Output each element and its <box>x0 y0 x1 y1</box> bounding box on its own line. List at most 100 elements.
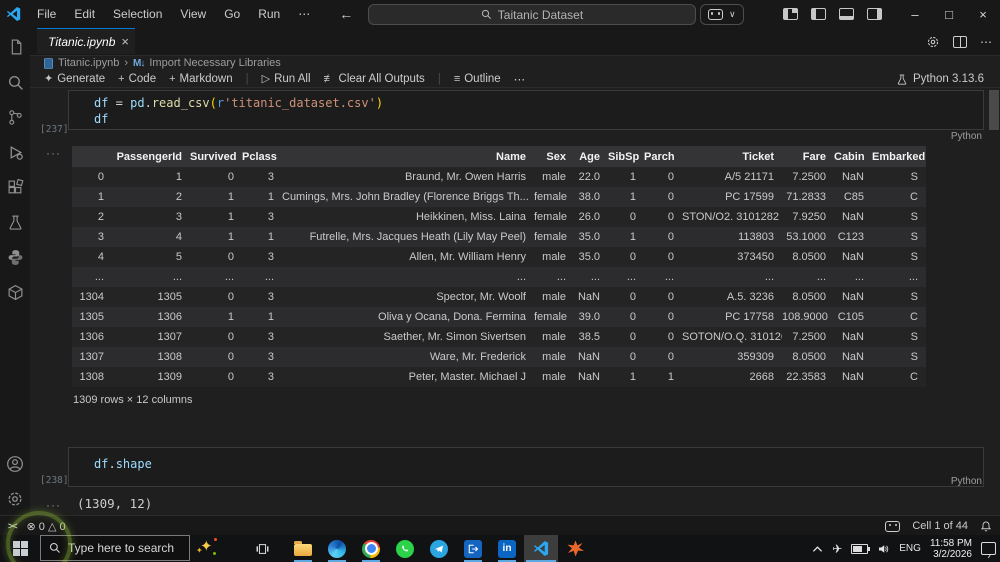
table-cell: 3 <box>242 347 282 367</box>
start-button[interactable] <box>0 535 40 562</box>
code-cell-1-code[interactable]: df = pd.read_csv(r'titanic_dataset.csv')… <box>69 91 983 127</box>
problems-indicator[interactable]: ⊗ 0 △ 0 <box>27 520 66 533</box>
menu-edit[interactable]: Edit <box>65 0 104 28</box>
maximize-button[interactable]: □ <box>932 0 966 28</box>
close-button[interactable]: × <box>966 0 1000 28</box>
tab-titanic-ipynb[interactable]: Titanic.ipynb × <box>37 28 135 54</box>
toggle-panel-icon[interactable] <box>839 8 854 20</box>
breadcrumb-file[interactable]: Titanic.ipynb <box>58 57 119 69</box>
notebook-settings-gear-icon[interactable] <box>926 35 940 49</box>
table-cell: 0 <box>190 327 242 347</box>
table-cell: 26.0 <box>574 207 608 227</box>
copilot-status-icon[interactable] <box>885 520 901 532</box>
taskbar-search-input[interactable]: Type here to search <box>40 535 190 561</box>
table-cell: Heikkinen, Miss. Laina <box>282 207 534 227</box>
battery-icon[interactable] <box>851 543 871 554</box>
menu-go[interactable]: Go <box>215 0 249 28</box>
taskbar-app-file-explorer[interactable] <box>286 535 320 562</box>
python-extension-icon[interactable] <box>0 242 30 272</box>
run-debug-icon[interactable] <box>0 137 30 167</box>
tab-close-icon[interactable]: × <box>121 34 129 49</box>
table-row: 3 4 1 1 Futrelle, Mrs. Jacques Heath (Lily M… <box>72 227 926 247</box>
output-2-gutter-icon[interactable]: ··· <box>46 498 61 512</box>
command-center-search[interactable]: Taitanic Dataset <box>368 4 696 25</box>
table-cell: NaN <box>574 287 608 307</box>
extensions-icon[interactable] <box>0 172 30 202</box>
settings-gear-icon[interactable] <box>0 484 30 514</box>
toolbar-more-icon[interactable]: ⋯ <box>514 72 526 86</box>
editor-scrollbar[interactable] <box>989 90 999 130</box>
toggle-secondary-sidebar-icon[interactable] <box>867 8 882 20</box>
table-cell: ... <box>282 267 534 287</box>
taskbar-app-edge[interactable] <box>320 535 354 562</box>
taskbar-app-linkedin[interactable]: in <box>490 535 524 562</box>
table-cell: female <box>534 307 574 327</box>
breadcrumb-section[interactable]: Import Necessary Libraries <box>149 57 280 69</box>
menu-run[interactable]: Run <box>249 0 289 28</box>
code-cell-1[interactable]: df = pd.read_csv(r'titanic_dataset.csv')… <box>68 90 984 130</box>
keyboard-language[interactable]: ENG <box>899 543 921 554</box>
table-row: 0 1 0 3 Braund, Mr. Owen Harris male 22.0 1 0 A/5… <box>72 167 926 187</box>
column-header: Fare <box>782 146 834 167</box>
table-cell: NaN <box>574 347 608 367</box>
volume-icon[interactable] <box>877 543 890 555</box>
menu-view[interactable]: View <box>171 0 215 28</box>
split-editor-icon[interactable] <box>953 35 967 48</box>
source-control-icon[interactable] <box>0 102 30 132</box>
menu-file[interactable]: File <box>28 0 65 28</box>
windows-copilot-icon[interactable]: ✦ ✦ <box>196 535 222 562</box>
notifications-bell-icon[interactable] <box>980 520 992 533</box>
taskbar-clock[interactable]: 11:58 PM 3/2/2026 <box>930 538 972 560</box>
taskbar-app-f[interactable] <box>456 535 490 562</box>
table-cell: 1305 <box>72 307 112 327</box>
airplane-mode-icon[interactable]: ✈ <box>832 542 842 556</box>
table-cell: 0 <box>608 207 644 227</box>
taskbar-app-vscode[interactable] <box>524 535 558 562</box>
cell-indicator[interactable]: Cell 1 of 44 <box>912 520 968 532</box>
taskbar-app-matlab[interactable] <box>558 535 592 562</box>
taskbar-app-chrome[interactable] <box>354 535 388 562</box>
testing-icon[interactable] <box>0 207 30 237</box>
minimize-button[interactable]: – <box>898 0 932 28</box>
table-row: 1304 1305 0 3 Spector, Mr. Woolf male NaN 0 0 A.5… <box>72 287 926 307</box>
menu-[interactable]: ⋯ <box>289 0 319 28</box>
menu-selection[interactable]: Selection <box>104 0 171 28</box>
breadcrumb: Titanic.ipynb › M↓ Import Necessary Libr… <box>30 56 1000 70</box>
clear-all-outputs-button[interactable]: ≢ Clear All Outputs <box>324 73 425 85</box>
table-cell: ... <box>644 267 682 287</box>
remote-indicator-icon[interactable]: >< <box>8 521 17 531</box>
copilot-chip[interactable]: ∨ <box>700 4 744 25</box>
customize-layout-icon[interactable] <box>783 8 798 20</box>
output-1-gutter-icon[interactable]: ··· <box>46 146 61 160</box>
table-cell: 7.2500 <box>782 167 834 187</box>
back-icon[interactable]: ← <box>339 6 353 22</box>
explorer-icon[interactable] <box>0 32 30 62</box>
container-box-icon[interactable] <box>0 277 30 307</box>
outline-button[interactable]: ≡ Outline <box>454 73 501 85</box>
action-center-icon[interactable] <box>981 542 996 555</box>
editor-more-actions-icon[interactable]: ⋯ <box>980 35 992 49</box>
run-all-button[interactable]: ▷ Run All <box>262 72 311 86</box>
table-cell: NaN <box>834 207 872 227</box>
table-cell: 1308 <box>112 347 190 367</box>
search-sidebar-icon[interactable] <box>0 67 30 97</box>
toggle-sidebar-icon[interactable] <box>811 8 826 20</box>
table-cell: 0 <box>644 227 682 247</box>
taskbar-app-telegram[interactable] <box>422 535 456 562</box>
taskbar-app-whatsapp[interactable] <box>388 535 422 562</box>
table-cell: PC 17599 <box>682 187 782 207</box>
add-markdown-cell-button[interactable]: + Markdown <box>169 73 233 85</box>
accounts-icon[interactable] <box>0 449 30 479</box>
table-row: 1306 1307 0 3 Saether, Mr. Simon Sivertsen ma… <box>72 327 926 347</box>
matlab-icon <box>566 540 584 557</box>
table-cell: ... <box>534 267 574 287</box>
tray-expand-chevron-icon[interactable] <box>812 545 823 553</box>
task-view-icon[interactable] <box>248 535 276 562</box>
table-cell: 108.9000 <box>782 307 834 327</box>
add-code-cell-button[interactable]: + Code <box>118 73 156 85</box>
kernel-picker[interactable]: Python 3.13.6 <box>896 70 984 88</box>
table-cell: 1 <box>190 187 242 207</box>
table-cell: 4 <box>112 227 190 247</box>
generate-button[interactable]: ✦ Generate <box>44 72 105 86</box>
code-cell-2-code[interactable]: df.shape <box>69 448 983 472</box>
